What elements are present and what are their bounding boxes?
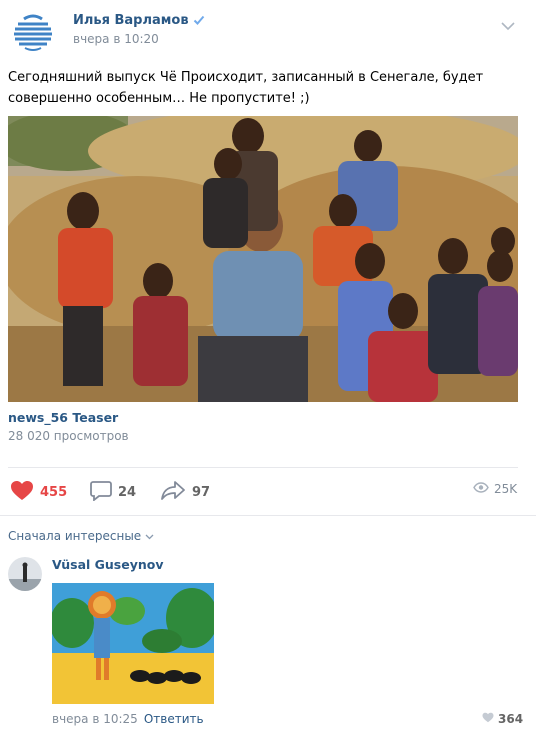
comment-count: 24: [118, 485, 137, 500]
views-counter: 25K: [473, 482, 517, 496]
like-count: 455: [40, 485, 68, 500]
comment-like-count: 364: [498, 712, 524, 726]
comment-image[interactable]: [52, 583, 214, 704]
comment-author[interactable]: Vüsal Guseynov: [52, 557, 164, 572]
comment-button[interactable]: 24: [90, 480, 136, 505]
divider: [8, 467, 518, 468]
video-title[interactable]: news_56 Teaser: [8, 410, 118, 425]
like-button[interactable]: 455: [10, 480, 67, 505]
views-count: 25K: [494, 482, 518, 496]
share-count: 97: [192, 484, 211, 500]
comment-time[interactable]: вчера в 10:25: [52, 712, 138, 726]
share-button[interactable]: 97: [161, 480, 210, 504]
verified-icon: [193, 14, 205, 30]
heart-icon: [10, 480, 34, 505]
post-text: Сегодняшний выпуск Чё Происходит, записа…: [8, 70, 484, 106]
divider: [0, 515, 536, 516]
post-author-name[interactable]: Илья Варламов: [73, 13, 189, 28]
share-icon: [161, 480, 186, 504]
post-time[interactable]: вчера в 10:20: [73, 32, 159, 46]
chevron-down-icon: [145, 529, 154, 543]
eye-icon: [473, 482, 489, 496]
comment-avatar[interactable]: [8, 557, 42, 591]
comments-sort-label: Сначала интересные: [8, 529, 142, 543]
comment-meta: вчера в 10:25 Ответить: [52, 712, 204, 726]
video-thumbnail[interactable]: [8, 116, 518, 402]
chevron-down-icon[interactable]: [500, 16, 516, 35]
author-avatar[interactable]: [12, 11, 54, 53]
comments-sort-dropdown[interactable]: Сначала интересные: [8, 529, 154, 543]
comment-icon: [90, 480, 112, 505]
comment-like-button[interactable]: 364: [482, 712, 523, 726]
heart-icon: [482, 712, 494, 726]
post-author[interactable]: Илья Варламов: [73, 13, 205, 30]
video-views: 28 020 просмотров: [8, 429, 129, 443]
reply-button[interactable]: Ответить: [144, 712, 204, 726]
